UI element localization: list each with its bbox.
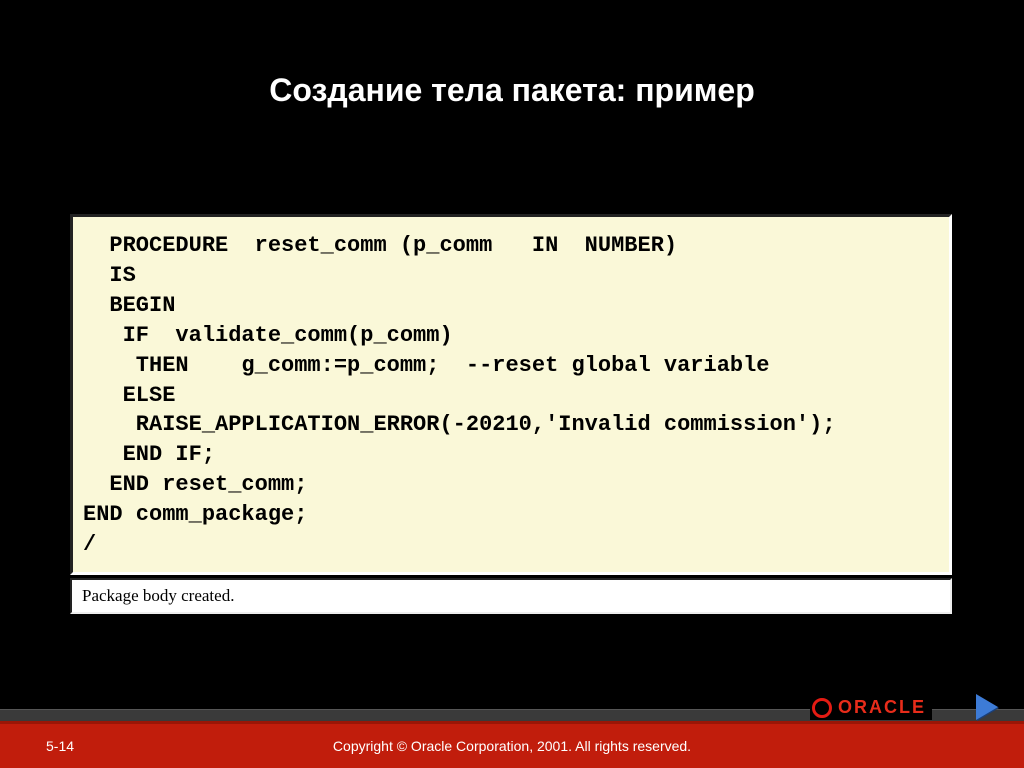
code-block: PROCEDURE reset_comm (p_comm IN NUMBER) … — [70, 214, 952, 575]
oracle-logo: ORACLE — [810, 695, 932, 720]
slide-title: Создание тела пакета: пример — [0, 0, 1024, 109]
oracle-logo-text: ORACLE — [838, 697, 926, 718]
oracle-o-icon — [812, 698, 832, 718]
output-block: Package body created. — [70, 578, 952, 614]
slide: Создание тела пакета: пример PROCEDURE r… — [0, 0, 1024, 768]
copyright-text: Copyright © Oracle Corporation, 2001. Al… — [0, 738, 1024, 754]
next-arrow-icon[interactable] — [976, 694, 998, 720]
